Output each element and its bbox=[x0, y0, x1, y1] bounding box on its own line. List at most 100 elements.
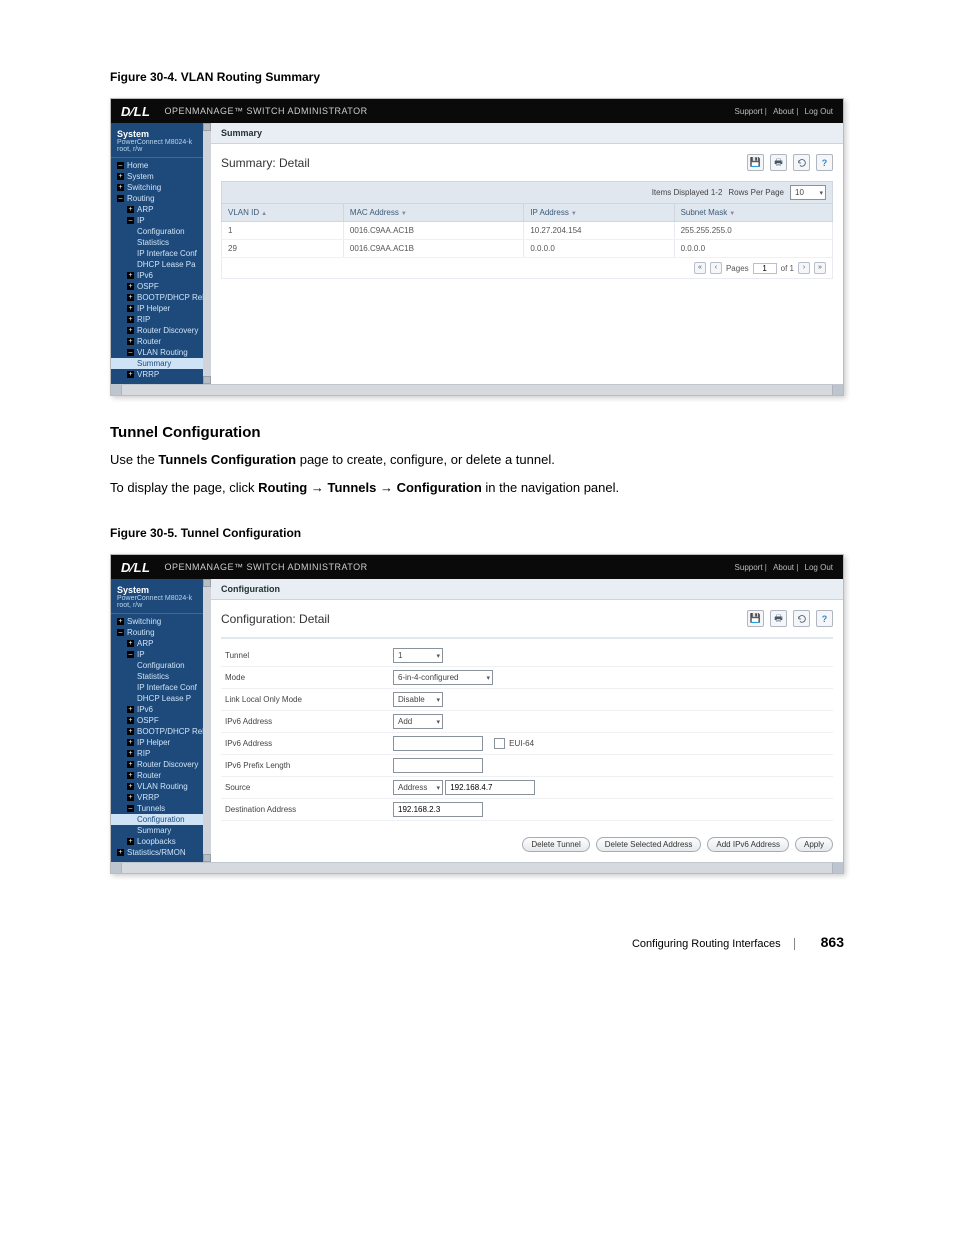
nav-tunnels-config[interactable]: Configuration bbox=[111, 814, 211, 825]
sidebar-scrollbar[interactable] bbox=[203, 579, 211, 862]
link-about[interactable]: About bbox=[773, 563, 794, 572]
ipv6-addr-select[interactable]: Add bbox=[393, 714, 443, 729]
destination-input[interactable] bbox=[393, 802, 483, 817]
print-icon[interactable]: 🖶 bbox=[770, 610, 787, 627]
field-mode: Mode 6-in-4-configured bbox=[221, 667, 833, 689]
nav-routing[interactable]: –Routing bbox=[111, 627, 211, 638]
refresh-icon[interactable] bbox=[793, 154, 810, 171]
delete-selected-address-button[interactable]: Delete Selected Address bbox=[596, 837, 702, 852]
link-logout[interactable]: Log Out bbox=[805, 107, 833, 116]
nav-vrrp[interactable]: +VRRP bbox=[111, 792, 211, 803]
col-ip[interactable]: IP Address▼ bbox=[524, 204, 674, 222]
link-local-select[interactable]: Disable bbox=[393, 692, 443, 707]
source-type-select[interactable]: Address bbox=[393, 780, 443, 795]
nav-iphelper[interactable]: +IP Helper bbox=[111, 737, 211, 748]
page-input[interactable] bbox=[753, 263, 777, 274]
nav-bootp[interactable]: +BOOTP/DHCP Relay bbox=[111, 292, 211, 303]
nav-stats-rmon[interactable]: +Statistics/RMON bbox=[111, 847, 211, 858]
help-icon[interactable]: ? bbox=[816, 610, 833, 627]
nav-tunnels-summary[interactable]: Summary bbox=[111, 825, 211, 836]
nav-rip[interactable]: +RIP bbox=[111, 314, 211, 325]
section-para-2: To display the page, click Routing → Tun… bbox=[110, 479, 844, 497]
prefix-input[interactable] bbox=[393, 758, 483, 773]
minus-icon: – bbox=[117, 195, 124, 202]
nav-ip-config[interactable]: Configuration bbox=[111, 226, 211, 237]
nav-bootp[interactable]: +BOOTP/DHCP Relay bbox=[111, 726, 211, 737]
nav-iphelper[interactable]: +IP Helper bbox=[111, 303, 211, 314]
col-mac[interactable]: MAC Address▼ bbox=[343, 204, 523, 222]
print-icon[interactable]: 🖶 bbox=[770, 154, 787, 171]
nav-vlan-routing[interactable]: –VLAN Routing bbox=[111, 347, 211, 358]
nav-ip[interactable]: –IP bbox=[111, 649, 211, 660]
pager-first-icon[interactable]: « bbox=[694, 262, 706, 274]
plus-icon: + bbox=[127, 772, 134, 779]
save-icon[interactable]: 💾 bbox=[747, 610, 764, 627]
nav-rip[interactable]: +RIP bbox=[111, 748, 211, 759]
nav-ip-config[interactable]: Configuration bbox=[111, 660, 211, 671]
source-address-input[interactable] bbox=[445, 780, 535, 795]
nav-ip[interactable]: –IP bbox=[111, 215, 211, 226]
nav-ospf[interactable]: +OSPF bbox=[111, 281, 211, 292]
help-icon[interactable]: ? bbox=[816, 154, 833, 171]
eui64-checkbox[interactable] bbox=[494, 738, 505, 749]
add-ipv6-address-button[interactable]: Add IPv6 Address bbox=[707, 837, 789, 852]
plus-icon: + bbox=[127, 640, 134, 647]
nav-ip-stats[interactable]: Statistics bbox=[111, 237, 211, 248]
nav-router[interactable]: +Router bbox=[111, 336, 211, 347]
pager-last-icon[interactable]: » bbox=[814, 262, 826, 274]
nav-routing[interactable]: –Routing bbox=[111, 193, 211, 204]
scroll-down-icon[interactable] bbox=[203, 854, 211, 862]
label-ipv6-addr2: IPv6 Address bbox=[221, 733, 389, 755]
scroll-up-icon[interactable] bbox=[203, 579, 211, 587]
nav-tunnels[interactable]: –Tunnels bbox=[111, 803, 211, 814]
apply-button[interactable]: Apply bbox=[795, 837, 833, 852]
nav-router[interactable]: +Router bbox=[111, 770, 211, 781]
nav-vrrp[interactable]: +VRRP bbox=[111, 369, 211, 380]
nav-router-disc[interactable]: +Router Discovery bbox=[111, 759, 211, 770]
bottom-scrollbar[interactable] bbox=[111, 862, 843, 873]
nav-ipv6[interactable]: +IPv6 bbox=[111, 704, 211, 715]
link-logout[interactable]: Log Out bbox=[805, 563, 833, 572]
nav-switching[interactable]: +Switching bbox=[111, 616, 211, 627]
bottom-scrollbar[interactable] bbox=[111, 384, 843, 395]
col-vlan-id[interactable]: VLAN ID▲ bbox=[222, 204, 344, 222]
sort-icon: ▼ bbox=[401, 211, 407, 217]
link-about[interactable]: About bbox=[773, 107, 794, 116]
rows-per-page-select[interactable]: 10 bbox=[790, 185, 826, 200]
pager-prev-icon[interactable]: ‹ bbox=[710, 262, 722, 274]
nav-ospf[interactable]: +OSPF bbox=[111, 715, 211, 726]
nav-router-disc[interactable]: +Router Discovery bbox=[111, 325, 211, 336]
scroll-down-icon[interactable] bbox=[203, 376, 211, 384]
col-mask[interactable]: Subnet Mask▼ bbox=[674, 204, 832, 222]
tab-summary[interactable]: Summary bbox=[211, 123, 843, 144]
table-pager-bottom: « ‹ Pages of 1 › » bbox=[221, 258, 833, 279]
scroll-up-icon[interactable] bbox=[203, 123, 211, 131]
nav-system[interactable]: +System bbox=[111, 171, 211, 182]
nav-arp[interactable]: +ARP bbox=[111, 204, 211, 215]
tab-configuration[interactable]: Configuration bbox=[211, 579, 843, 600]
nav-loopbacks[interactable]: +Loopbacks bbox=[111, 836, 211, 847]
nav-home[interactable]: –Home bbox=[111, 160, 211, 171]
plus-icon: + bbox=[127, 283, 134, 290]
nav-ip-iface[interactable]: IP Interface Conf bbox=[111, 248, 211, 259]
nav-ip-dhcp[interactable]: DHCP Lease Pa bbox=[111, 259, 211, 270]
refresh-icon[interactable] bbox=[793, 610, 810, 627]
nav-arp[interactable]: +ARP bbox=[111, 638, 211, 649]
nav-ip-dhcp[interactable]: DHCP Lease P bbox=[111, 693, 211, 704]
link-support[interactable]: Support bbox=[735, 107, 763, 116]
link-support[interactable]: Support bbox=[735, 563, 763, 572]
ipv6-addr-input[interactable] bbox=[393, 736, 483, 751]
save-icon[interactable]: 💾 bbox=[747, 154, 764, 171]
nav-ipv6[interactable]: +IPv6 bbox=[111, 270, 211, 281]
pager-next-icon[interactable]: › bbox=[798, 262, 810, 274]
mode-select[interactable]: 6-in-4-configured bbox=[393, 670, 493, 685]
delete-tunnel-button[interactable]: Delete Tunnel bbox=[522, 837, 589, 852]
tunnel-select[interactable]: 1 bbox=[393, 648, 443, 663]
nav-ip-iface[interactable]: IP Interface Conf bbox=[111, 682, 211, 693]
nav-ip-stats[interactable]: Statistics bbox=[111, 671, 211, 682]
nav-switching[interactable]: +Switching bbox=[111, 182, 211, 193]
nav-vlan-summary[interactable]: Summary bbox=[111, 358, 211, 369]
sidebar-scrollbar[interactable] bbox=[203, 123, 211, 384]
nav-vlan-routing[interactable]: +VLAN Routing bbox=[111, 781, 211, 792]
sort-icon: ▲ bbox=[261, 211, 267, 217]
